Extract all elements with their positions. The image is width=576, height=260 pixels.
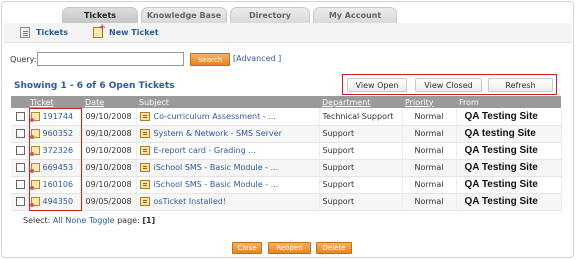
tickets-link[interactable]: Tickets — [20, 27, 68, 38]
header-select — [11, 96, 27, 108]
advanced-search-link[interactable]: [Advanced ] — [233, 54, 281, 63]
new-ticket-link-label: New Ticket — [109, 28, 159, 37]
delete-button[interactable]: Delete — [316, 242, 352, 254]
ticket-from: QA Testing Site — [456, 176, 562, 193]
select-prefix: Select: — [23, 216, 51, 225]
header-priority[interactable]: Priority — [402, 96, 456, 108]
table-row: 494350 09/05/2008 osTicket Installed! Su… — [11, 193, 562, 210]
ticket-from: QA Testing Site — [456, 142, 562, 159]
ticket-subject-link[interactable]: iSchool SMS - Basic Module - ... — [154, 180, 279, 189]
header-from[interactable]: From — [456, 96, 561, 108]
subject-icon — [139, 163, 150, 172]
table-row: 960352 09/10/2008 System & Network - SMS… — [11, 125, 562, 142]
ticket-subject-link[interactable]: System & Network - SMS Server — [154, 129, 282, 138]
ticket-date: 09/10/2008 — [82, 176, 137, 193]
row-checkbox[interactable] — [16, 197, 25, 206]
ticket-subject-link[interactable]: osTicket Installed! — [154, 197, 227, 206]
sub-navigation: Tickets New Ticket — [4, 23, 572, 43]
reopen-button[interactable]: Reopen — [268, 242, 311, 254]
ticket-subject-link[interactable]: iSchool SMS - Basic Module - ... — [154, 163, 279, 172]
tickets-icon — [20, 27, 30, 38]
ticket-subject-link[interactable]: Co-curriculum Assessment - ... — [154, 112, 276, 121]
subject-icon — [139, 146, 150, 155]
table-header-row: Ticket Date Subject Department Priority … — [11, 96, 561, 108]
query-label: Query: — [10, 55, 37, 64]
header-subject[interactable]: Subject — [136, 96, 319, 108]
tickets-table: Ticket Date Subject Department Priority … — [11, 96, 562, 211]
main-tabs: Tickets Knowledge Base Directory My Acco… — [62, 7, 400, 23]
ticket-subject-link[interactable]: E-report card - Grading ... — [154, 146, 256, 155]
new-ticket-link[interactable]: New Ticket — [93, 23, 159, 38]
refresh-button[interactable]: Refresh — [488, 78, 553, 92]
view-closed-button[interactable]: View Closed — [415, 78, 482, 92]
ticket-date: 09/10/2008 — [82, 108, 137, 125]
ticket-column-highlight — [29, 108, 82, 211]
header-ticket[interactable]: Ticket — [27, 96, 82, 108]
tab-tickets[interactable]: Tickets — [62, 7, 138, 23]
ticket-department: Support — [319, 176, 403, 193]
row-checkbox[interactable] — [16, 146, 25, 155]
ticket-department: Support — [319, 193, 403, 210]
row-checkbox[interactable] — [16, 129, 25, 138]
ticket-department: Support — [319, 142, 403, 159]
subject-icon — [139, 129, 150, 138]
ticket-priority: Normal — [402, 193, 457, 210]
header-date[interactable]: Date — [82, 96, 136, 108]
ticket-date: 09/10/2008 — [82, 159, 137, 176]
select-controls: Select: All None Toggle page: [1] — [23, 216, 155, 225]
ticket-priority: Normal — [402, 108, 457, 125]
table-row: 191744 09/10/2008 Co-curriculum Assessme… — [11, 108, 562, 125]
page-number[interactable]: [1] — [142, 216, 155, 225]
ticket-department: Support — [319, 159, 403, 176]
subject-icon — [139, 180, 150, 189]
table-row: 669453 09/10/2008 iSchool SMS - Basic Mo… — [11, 159, 562, 176]
tab-knowledge-base[interactable]: Knowledge Base — [141, 7, 227, 23]
view-open-button[interactable]: View Open — [347, 78, 407, 92]
app-frame: Tickets Knowledge Base Directory My Acco… — [1, 1, 574, 258]
ticket-priority: Normal — [402, 176, 457, 193]
ticket-from: QA Testing Site — [456, 159, 562, 176]
row-checkbox[interactable] — [16, 111, 25, 121]
ticket-priority: Normal — [402, 142, 457, 159]
ticket-from: QA Testing Site — [456, 193, 562, 210]
tab-my-account[interactable]: My Account — [313, 7, 397, 23]
ticket-date: 09/05/2008 — [82, 193, 137, 210]
header-department[interactable]: Department — [319, 96, 402, 108]
ticket-priority: Normal — [402, 159, 457, 176]
new-ticket-icon — [93, 23, 106, 38]
select-toggle-link[interactable]: Toggle — [89, 216, 115, 225]
row-checkbox[interactable] — [16, 180, 25, 189]
showing-summary: Showing 1 - 6 of 6 Open Tickets — [14, 81, 175, 91]
table-row: 160106 09/10/2008 iSchool SMS - Basic Mo… — [11, 176, 562, 193]
select-all-link[interactable]: All — [53, 216, 63, 225]
row-checkbox[interactable] — [16, 163, 25, 172]
query-input[interactable] — [37, 52, 184, 66]
tickets-link-label: Tickets — [36, 28, 69, 37]
ticket-department: Technical Support — [319, 108, 403, 125]
ticket-date: 09/10/2008 — [82, 125, 137, 142]
select-none-link[interactable]: None — [65, 216, 86, 225]
table-row: 372326 09/10/2008 E-report card - Gradin… — [11, 142, 562, 159]
search-button[interactable]: Search — [190, 53, 230, 66]
tab-directory[interactable]: Directory — [230, 7, 310, 23]
subject-icon — [139, 111, 150, 121]
ticket-department: Support — [319, 125, 403, 142]
close-button[interactable]: Close — [232, 242, 262, 254]
ticket-date: 09/10/2008 — [82, 142, 137, 159]
subject-icon — [139, 197, 150, 206]
ticket-from: QA Testing Site — [456, 108, 562, 125]
ticket-priority: Normal — [402, 125, 457, 142]
ticket-from: QA testing Site — [456, 125, 562, 142]
page-label: page: — [117, 216, 140, 225]
